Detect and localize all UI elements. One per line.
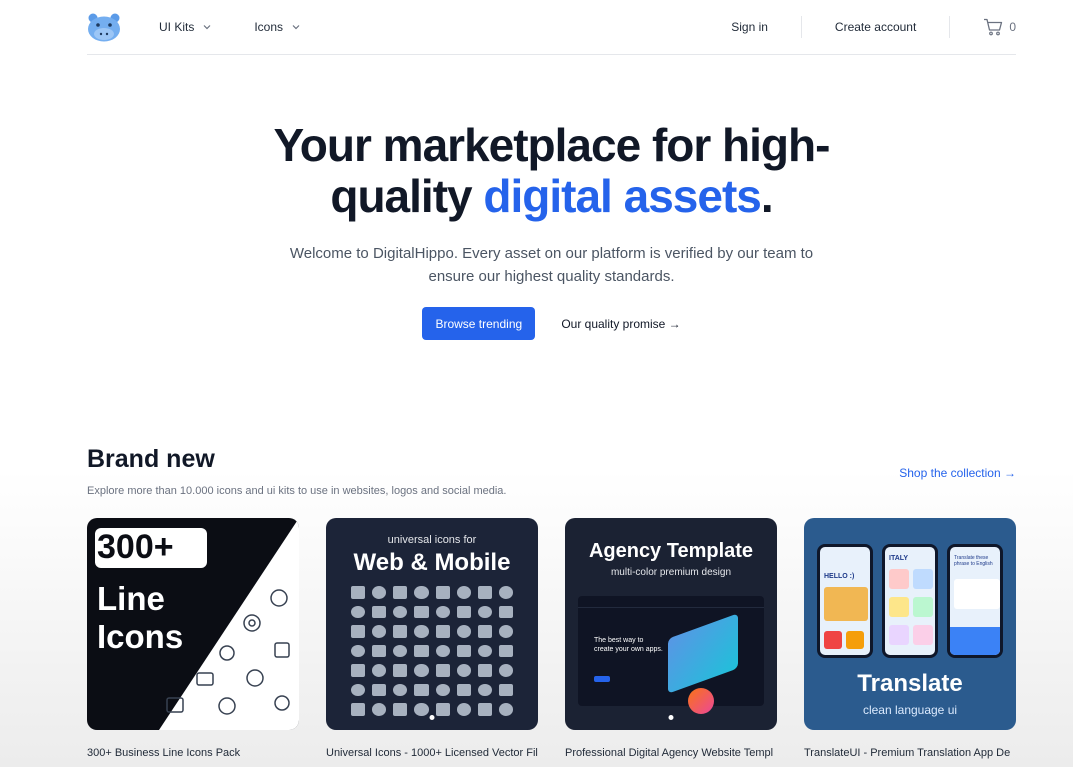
hero-title: Your marketplace for high-quality digita…	[242, 120, 862, 222]
hero-title-accent: digital assets	[483, 170, 761, 222]
shopping-cart-icon	[984, 18, 1003, 36]
product-thumbnail[interactable]: universal icons for Web & Mobile	[326, 518, 538, 730]
phone-text: Translate these phrase to English	[954, 555, 993, 567]
cart-count: 0	[1009, 20, 1016, 34]
nav-menu-icons[interactable]: Icons	[254, 20, 301, 34]
product-title[interactable]: TranslateUI - Premium Translation App De	[804, 747, 1016, 759]
hero-subtitle: Welcome to DigitalHippo. Every asset on …	[289, 245, 814, 285]
create-account-link[interactable]: Create account	[835, 20, 916, 34]
mockup-tagline: The best way to create your own apps.	[594, 637, 663, 653]
nav-menu-label: UI Kits	[159, 20, 195, 34]
nav-menu-label: Icons	[254, 20, 284, 34]
product-thumbnail[interactable]: 300+ Line Icons	[87, 518, 299, 730]
badge-text: 300+	[97, 528, 174, 566]
quality-promise-link[interactable]: Our quality promise →	[561, 317, 680, 331]
icon-grid	[351, 586, 513, 716]
cart-button[interactable]: 0	[983, 18, 1016, 36]
art-small-text: multi-color premium design	[610, 567, 732, 578]
art-line2: Icons	[97, 618, 184, 655]
product-thumbnail[interactable]: HELLO :) ITALY Translate these phrase to…	[804, 518, 1016, 730]
phone-text: HELLO :)	[824, 573, 855, 580]
product-title[interactable]: 300+ Business Line Icons Pack	[87, 747, 299, 759]
top-navigation: UI Kits Icons Sign in Create account 0	[87, 0, 1016, 55]
carousel-dot[interactable]	[429, 715, 435, 720]
product-thumbnail[interactable]: Agency Template multi-color premium desi…	[565, 518, 777, 730]
phone-mockup: Translate these phrase to English	[947, 544, 1003, 658]
art-small-text: clean language ui	[862, 703, 958, 717]
shop-collection-link[interactable]: Shop the collection →	[899, 466, 1016, 480]
hero-section: Your marketplace for high-quality digita…	[87, 120, 1016, 340]
hippo-logo-icon[interactable]	[87, 12, 121, 42]
hero-actions: Browse trending Our quality promise →	[87, 307, 1016, 340]
chevron-down-icon	[292, 25, 300, 30]
product-card[interactable]: universal icons for Web & Mobile Univers…	[326, 518, 538, 759]
art-big-text: Web & Mobile	[353, 549, 511, 576]
product-card[interactable]: 300+ Line Icons 300+ Business Line Icons…	[87, 518, 299, 759]
mockup-window: The best way to create your own apps.	[578, 596, 764, 714]
chevron-down-icon	[203, 25, 211, 30]
sign-in-link[interactable]: Sign in	[731, 20, 768, 34]
nav-actions: Sign in Create account 0	[731, 16, 1016, 38]
phone-mockup: ITALY	[882, 544, 938, 658]
product-grid: 300+ Line Icons 300+ Business Line Icons…	[87, 518, 1016, 759]
product-card[interactable]: Agency Template multi-color premium desi…	[565, 518, 777, 759]
product-title[interactable]: Professional Digital Agency Website Temp…	[565, 747, 777, 759]
art-line1: Line	[97, 580, 165, 617]
nav-menu-ui-kits[interactable]: UI Kits	[159, 20, 212, 34]
divider	[800, 16, 802, 38]
art-big-text: Translate	[857, 670, 963, 697]
art-small-text: universal icons for	[387, 534, 477, 546]
phone-text: ITALY	[889, 555, 909, 562]
product-title[interactable]: Universal Icons - 1000+ Licensed Vector …	[326, 747, 538, 759]
divider	[949, 16, 951, 38]
hero-title-end: .	[760, 170, 774, 222]
brand-new-header: Brand new Explore more than 10.000 icons…	[87, 445, 1016, 497]
phone-mockup: HELLO :)	[817, 544, 873, 658]
section-title: Brand new	[87, 445, 215, 473]
art-big-text: Agency Template	[588, 540, 754, 562]
section-subtitle: Explore more than 10.000 icons and ui ki…	[87, 485, 507, 497]
browse-trending-button[interactable]: Browse trending	[422, 307, 536, 340]
carousel-dot[interactable]	[668, 715, 674, 720]
product-card[interactable]: HELLO :) ITALY Translate these phrase to…	[804, 518, 1016, 759]
